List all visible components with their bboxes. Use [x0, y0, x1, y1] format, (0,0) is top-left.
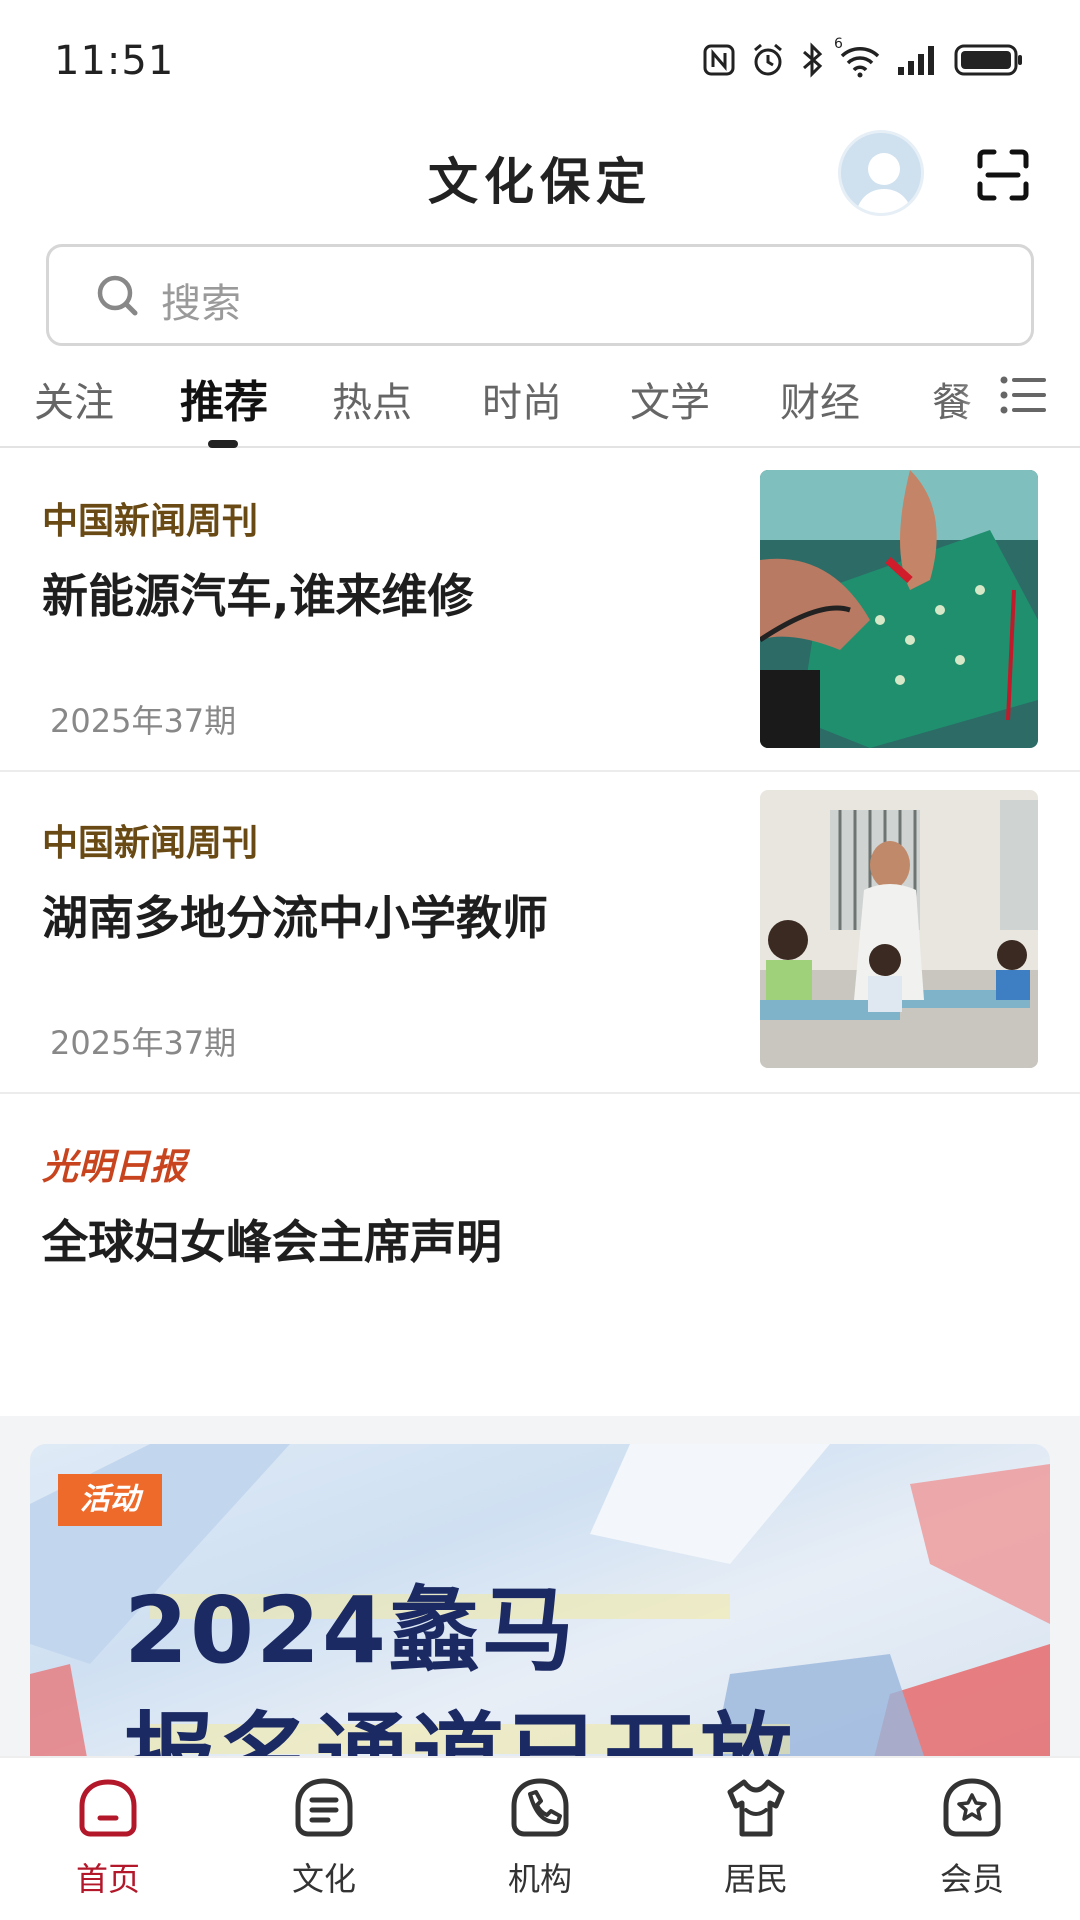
- shirt-icon: [727, 1779, 785, 1837]
- alarm-icon: [750, 42, 786, 78]
- search-input[interactable]: 搜索: [46, 244, 1034, 346]
- banner-headline: 2024蠡马: [124, 1577, 577, 1684]
- nav-resident[interactable]: 居民: [686, 1776, 826, 1916]
- item-title: 全球妇女峰会主席声明: [42, 1215, 502, 1269]
- category-tabs: 关注 推荐 热点 时尚 文学 财经 餐: [0, 360, 1080, 448]
- item-source: 光明日报: [42, 1147, 187, 1188]
- tab-fashion[interactable]: 时尚: [482, 370, 562, 428]
- item-thumbnail-classroom: [760, 790, 1038, 1068]
- nav-resident-label: 居民: [723, 1860, 788, 1898]
- item-meta: 2025年37期: [50, 1024, 237, 1062]
- tab-finance[interactable]: 财经: [780, 370, 860, 428]
- item-title: 湖南多地分流中小学教师: [42, 891, 548, 945]
- scan-icon[interactable]: [976, 148, 1030, 202]
- tab-active-indicator: [208, 440, 238, 448]
- list-item[interactable]: 中国新闻周刊 新能源汽车,谁来维修 2025年37期: [0, 450, 1080, 772]
- tab-literature[interactable]: 文学: [630, 370, 710, 428]
- nav-home[interactable]: 首页: [38, 1776, 178, 1916]
- wifi-icon: 6: [834, 36, 882, 78]
- phone-icon: [511, 1778, 569, 1837]
- item-source: 中国新闻周刊: [42, 823, 259, 864]
- avatar[interactable]: [838, 130, 924, 216]
- star-badge-icon: [943, 1778, 1001, 1837]
- document-icon: [295, 1778, 353, 1837]
- item-meta: 2025年37期: [50, 702, 237, 740]
- list-item[interactable]: 光明日报 全球妇女峰会主席声明: [0, 1094, 1080, 1416]
- search-placeholder: 搜索: [161, 281, 241, 327]
- item-title: 新能源汽车,谁来维修: [42, 569, 474, 623]
- banner-section: 活动 2024蠡马 报名通道已开放: [0, 1416, 1080, 1774]
- nav-member-label: 会员: [939, 1860, 1004, 1898]
- nav-member[interactable]: 会员: [902, 1776, 1042, 1916]
- tab-menu-icon[interactable]: [998, 370, 1048, 420]
- app-header: 文化保定: [0, 120, 1080, 240]
- nav-institution-label: 机构: [507, 1860, 572, 1898]
- activity-badge: 活动: [58, 1474, 162, 1526]
- status-bar: 11:51 6: [0, 0, 1080, 120]
- signal-icon: [896, 43, 940, 77]
- wifi-badge: 6: [834, 36, 843, 52]
- nav-culture-label: 文化: [291, 1860, 356, 1898]
- status-icons: 6: [702, 36, 1024, 78]
- activity-banner[interactable]: 活动 2024蠡马 报名通道已开放: [30, 1444, 1050, 1774]
- bottom-navigation: 首页 文化 机构 居民 会员: [0, 1756, 1080, 1920]
- item-source: 中国新闻周刊: [42, 501, 259, 542]
- battery-icon: [954, 43, 1024, 77]
- bluetooth-icon: [800, 42, 824, 78]
- home-icon: [79, 1779, 137, 1837]
- tab-fade: [960, 360, 1000, 440]
- list-item[interactable]: 中国新闻周刊 湖南多地分流中小学教师 2025年37期: [0, 772, 1080, 1094]
- search-icon: [95, 273, 141, 319]
- nav-home-label: 首页: [75, 1860, 140, 1898]
- tab-recommend[interactable]: 推荐: [180, 366, 268, 430]
- nav-institution[interactable]: 机构: [470, 1776, 610, 1916]
- tab-hot[interactable]: 热点: [332, 370, 412, 428]
- item-thumbnail-circuit-board: [760, 470, 1038, 748]
- nfc-icon: [702, 43, 736, 77]
- tab-follow[interactable]: 关注: [34, 370, 114, 428]
- status-time: 11:51: [54, 38, 175, 84]
- nav-culture[interactable]: 文化: [254, 1776, 394, 1916]
